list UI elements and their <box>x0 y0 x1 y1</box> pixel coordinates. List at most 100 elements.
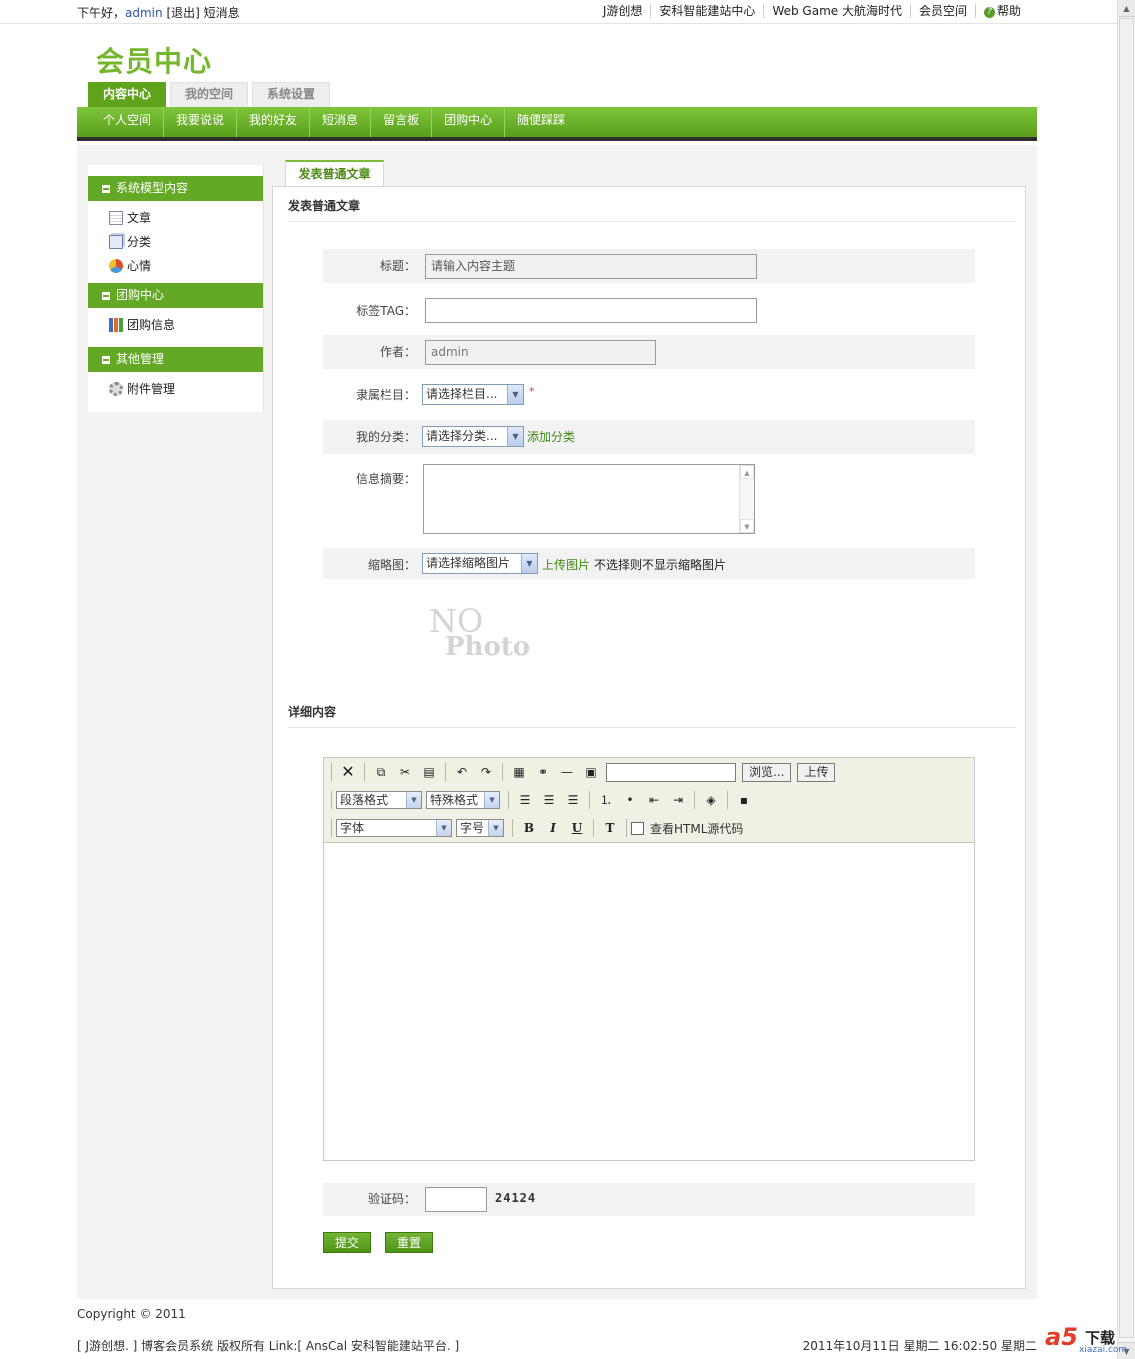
gear-icon <box>109 382 123 396</box>
delete-icon[interactable]: ✕ <box>338 762 358 782</box>
sidebar-item-mood[interactable]: 心情 <box>88 254 263 278</box>
sidebar-item-article[interactable]: 文章 <box>88 206 263 230</box>
paste-icon[interactable]: ▤ <box>419 762 439 782</box>
table-icon[interactable]: ▦ <box>509 762 529 782</box>
sidebar-item-category[interactable]: 分类 <box>88 230 263 254</box>
submit-button[interactable]: 提交 <box>323 1232 371 1253</box>
tab-content-center[interactable]: 内容中心 <box>88 82 167 107</box>
sidebar-item-group-buy-info[interactable]: 团购信息 <box>88 313 263 337</box>
logout-link[interactable]: [退出] <box>166 6 199 20</box>
column-select-value: 请选择栏目... <box>426 387 498 401</box>
paragraph-format-select[interactable]: 段落格式 ▼ <box>336 791 422 809</box>
insert-image-icon[interactable]: ▣ <box>581 762 601 782</box>
scroll-down-icon[interactable]: ▼ <box>740 519 754 533</box>
toolbar-separator <box>727 791 728 809</box>
web-link-icon[interactable]: ⚭ <box>533 762 553 782</box>
horizontal-rule-icon[interactable]: — <box>557 762 577 782</box>
ordered-list-icon[interactable]: ⒈ <box>596 790 616 810</box>
summary-textarea[interactable]: ▲ ▼ <box>423 464 755 534</box>
sidebar-group-group-buy[interactable]: 团购中心 <box>88 283 263 308</box>
toolbar-separator <box>502 763 503 781</box>
chevron-down-icon: ▼ <box>507 385 523 404</box>
tag-input[interactable] <box>425 298 757 323</box>
underline-button[interactable]: U <box>567 818 587 838</box>
top-link-member-space[interactable]: 会员空间 <box>909 4 975 18</box>
column-select[interactable]: 请选择栏目... ▼ <box>422 384 524 405</box>
undo-icon[interactable]: ↶ <box>452 762 472 782</box>
nav-guestbook[interactable]: 留言板 <box>370 107 431 137</box>
unordered-list-icon[interactable]: • <box>620 790 640 810</box>
thumbnail-select[interactable]: 请选择缩略图片 ▼ <box>422 553 538 574</box>
indent-icon[interactable]: ⇥ <box>668 790 688 810</box>
nav-messages[interactable]: 短消息 <box>309 107 370 137</box>
post-article-panel: 发表普通文章 标题： 请输入内容主题 标签TAG： 作者： admin 隶属栏目… <box>272 186 1026 1289</box>
nav-say[interactable]: 我要说说 <box>163 107 236 137</box>
messages-link[interactable]: 短消息 <box>204 6 240 20</box>
scroll-up-icon[interactable]: ▲ <box>740 465 754 479</box>
upload-file-input[interactable] <box>606 762 736 782</box>
nav-personal-space[interactable]: 个人空间 <box>91 107 163 137</box>
font-size-select[interactable]: 字号 ▼ <box>456 819 504 837</box>
reset-button[interactable]: 重置 <box>385 1232 433 1253</box>
page-scrollbar[interactable]: ▲ ▼ <box>1117 0 1135 1359</box>
view-html-checkbox[interactable] <box>631 821 644 835</box>
summary-label: 信息摘要： <box>355 472 416 486</box>
toolbar-separator <box>626 819 627 837</box>
editor-content-area[interactable] <box>324 844 974 1160</box>
italic-button[interactable]: I <box>543 818 563 838</box>
sub-nav: 个人空间 我要说说 我的好友 短消息 留言板 团购中心 随便踩踩 <box>77 107 1037 141</box>
align-right-icon[interactable]: ☰ <box>563 790 583 810</box>
nav-friends[interactable]: 我的好友 <box>236 107 309 137</box>
top-link-jyou[interactable]: J游创想 <box>595 4 651 18</box>
scroll-up-icon[interactable]: ▲ <box>1118 0 1135 17</box>
top-link-webgame[interactable]: Web Game 大航海时代 <box>763 4 910 18</box>
tab-system-settings[interactable]: 系统设置 <box>252 82 331 107</box>
no-photo-placeholder: NO Photo <box>429 602 629 692</box>
site-text: xiazai.com <box>1079 1345 1128 1355</box>
username-link[interactable]: admin <box>125 6 163 20</box>
top-link-help[interactable]: ? 帮助 <box>974 4 1029 18</box>
thumbnail-label: 缩略图： <box>367 558 416 572</box>
sidebar-item-attachments[interactable]: 附件管理 <box>88 377 263 401</box>
textarea-scrollbar[interactable]: ▲ ▼ <box>739 465 754 533</box>
outdent-icon[interactable]: ⇤ <box>644 790 664 810</box>
save-icon[interactable]: ▪ <box>734 790 754 810</box>
nav-group-buy[interactable]: 团购中心 <box>431 107 504 137</box>
top-link-anke[interactable]: 安科智能建站中心 <box>650 4 763 18</box>
mood-icon <box>109 259 123 273</box>
special-format-value: 特殊格式 <box>430 793 479 807</box>
document-icon <box>109 211 123 225</box>
browse-button[interactable]: 浏览... <box>742 762 792 782</box>
bold-button[interactable]: B <box>519 818 539 838</box>
upload-image-link[interactable]: 上传图片 <box>542 556 590 573</box>
nav-browse[interactable]: 随便踩踩 <box>504 107 577 137</box>
text-color-icon[interactable]: T <box>600 818 620 838</box>
eraser-icon[interactable]: ◈ <box>701 790 721 810</box>
add-category-link[interactable]: 添加分类 <box>527 428 575 445</box>
copy-icon[interactable]: ⧉ <box>371 762 391 782</box>
footer-datetime: 2011年10月11日 星期二 16:02:50 星期二 <box>802 1339 1037 1353</box>
font-select[interactable]: 字体 ▼ <box>336 819 452 837</box>
chevron-down-icon: ▼ <box>507 427 523 446</box>
upload-button[interactable]: 上传 <box>797 762 836 782</box>
align-left-icon[interactable]: ☰ <box>515 790 535 810</box>
redo-icon[interactable]: ↷ <box>476 762 496 782</box>
editor-toolbar: ✕ ⧉ ✂ ▤ ↶ ↷ ▦ ⚭ — ▣ 浏览... 上传 段落格式 ▼ 特殊格式… <box>324 758 974 843</box>
align-center-icon[interactable]: ☰ <box>539 790 559 810</box>
panel-tab-post-article[interactable]: 发表普通文章 <box>285 160 384 187</box>
toolbar-separator <box>512 819 513 837</box>
sidebar-group-models[interactable]: 系统模型内容 <box>88 176 263 201</box>
cut-icon[interactable]: ✂ <box>395 762 415 782</box>
author-input[interactable]: admin <box>425 340 656 365</box>
captcha-input[interactable] <box>425 1187 487 1212</box>
captcha-label: 验证码： <box>367 1192 416 1206</box>
category-select[interactable]: 请选择分类... ▼ <box>422 426 524 447</box>
title-input[interactable]: 请输入内容主题 <box>425 254 757 279</box>
special-format-select[interactable]: 特殊格式 ▼ <box>426 791 500 809</box>
scroll-thumb[interactable] <box>1119 18 1134 1338</box>
tab-my-space[interactable]: 我的空间 <box>170 82 249 107</box>
a5-download-logo[interactable]: a5 下载 xiazai.com <box>1045 1323 1128 1357</box>
sidebar-group-other[interactable]: 其他管理 <box>88 347 263 372</box>
sidebar-item-label: 心情 <box>127 259 152 273</box>
summary-row: 信息摘要： ▲ ▼ <box>323 464 975 536</box>
